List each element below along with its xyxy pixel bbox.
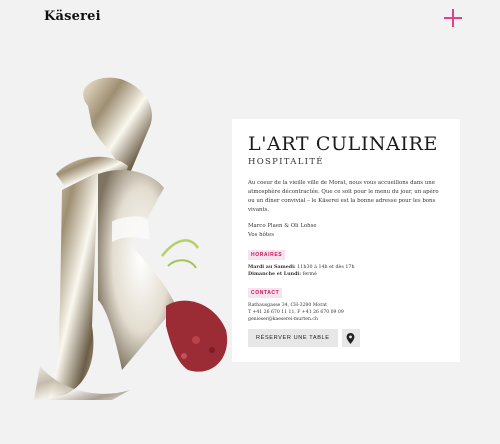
info-card: L'ART CULINAIRE HOSPITALITÉ Au coeur de … [232, 119, 460, 362]
hours-row: Dimanche et Lundi: fermé [248, 271, 446, 278]
contact-phone: T +41 26 670 11 11, F +41 26 670 09 09 [248, 310, 344, 315]
hours-tag: HORAIRES [248, 250, 286, 260]
contact-tag: CONTACT [248, 288, 283, 298]
card-title: L'ART CULINAIRE [248, 133, 438, 155]
plus-icon[interactable] [444, 9, 462, 27]
hours-day: Dimanche et Lundi: [248, 271, 302, 277]
host-names: Marco Plaen & Oli Lohse [248, 223, 317, 229]
contact-address: Rathausgasse 34, CH-3280 Morat [248, 303, 327, 308]
logo[interactable]: Käserei [44, 9, 101, 24]
hosts-block: Marco Plaen & Oli Lohse Vos hôtes [248, 222, 446, 240]
map-pin-icon [346, 332, 355, 344]
reserve-button[interactable]: RÉSERVER UNE TABLE [248, 329, 338, 347]
card-actions: RÉSERVER UNE TABLE [248, 329, 360, 347]
blackletter-k-decoration [34, 77, 228, 400]
hours-day: Mardi au Samedi: [248, 264, 296, 270]
map-pin-button[interactable] [341, 329, 360, 347]
hours-row: Mardi au Samedi: 11h30 à 14h et dès 17h [248, 264, 446, 271]
contact-email[interactable]: genieser@kaeserei-murten.ch [248, 316, 446, 323]
intro-text: Au coeur de la vieille ville de Morat, n… [248, 180, 439, 213]
hours-time: fermé [302, 272, 317, 277]
hours-time: 11h30 à 14h et dès 17h [297, 265, 355, 270]
hours-block: Mardi au Samedi: 11h30 à 14h et dès 17h … [248, 264, 446, 278]
host-role: Vos hôtes [248, 232, 274, 238]
contact-block: Rathausgasse 34, CH-3280 Morat T +41 26 … [248, 302, 446, 323]
card-subtitle: HOSPITALITÉ [248, 157, 324, 167]
